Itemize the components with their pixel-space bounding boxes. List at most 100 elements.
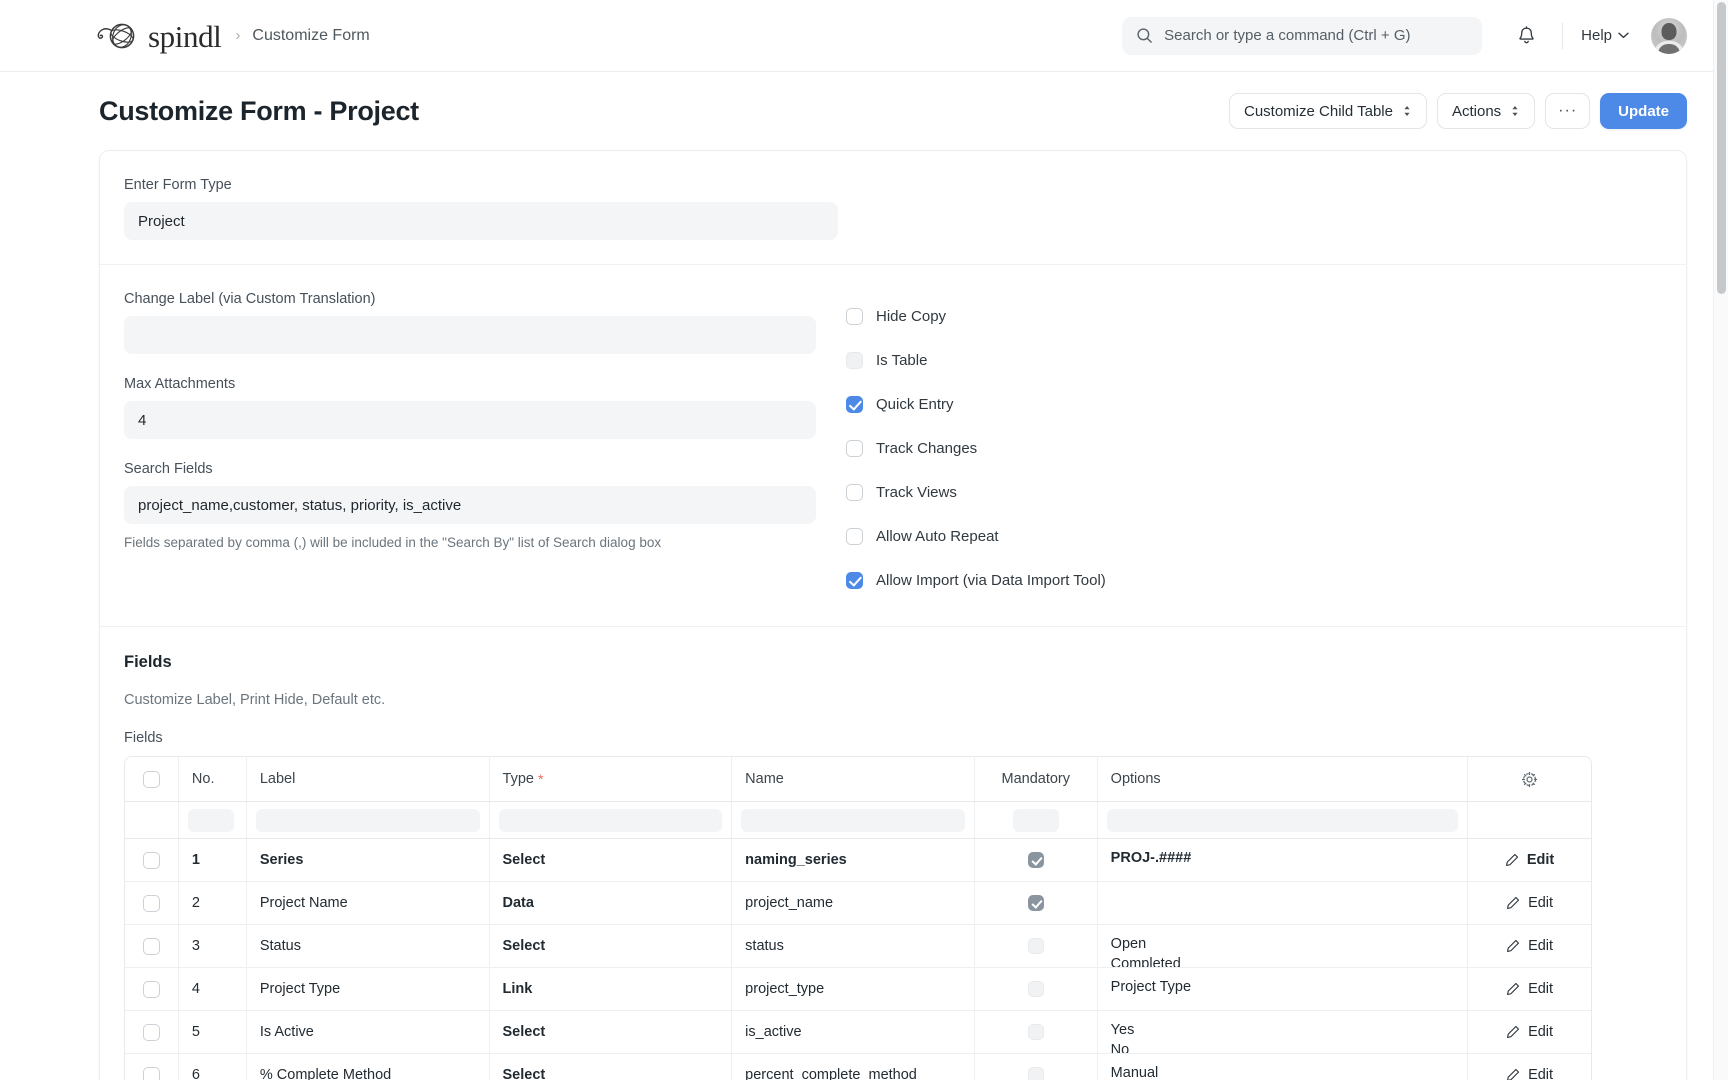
- checkbox-row-is-table[interactable]: Is Table: [846, 338, 1662, 382]
- page-scrollbar[interactable]: [1713, 0, 1728, 1080]
- checkbox-row-allow-import-via-data-import-tool[interactable]: Allow Import (via Data Import Tool): [846, 558, 1662, 602]
- filter-no[interactable]: [179, 802, 247, 838]
- breadcrumb-customize-form[interactable]: Customize Form: [252, 27, 369, 45]
- select-all-checkbox[interactable]: [143, 771, 160, 788]
- row-select-checkbox[interactable]: [143, 895, 160, 912]
- scrollbar-thumb[interactable]: [1717, 2, 1726, 294]
- row-field-label[interactable]: % Complete Method: [247, 1054, 490, 1080]
- row-field-type[interactable]: Select: [490, 1054, 733, 1080]
- row-mandatory-checkbox[interactable]: [1028, 1024, 1044, 1040]
- filter-label[interactable]: [247, 802, 490, 838]
- col-header-options[interactable]: Options: [1098, 757, 1468, 801]
- actions-button[interactable]: Actions: [1437, 93, 1535, 129]
- row-mandatory-checkbox[interactable]: [1028, 852, 1044, 868]
- user-avatar[interactable]: [1651, 18, 1687, 54]
- row-number[interactable]: 6: [179, 1054, 247, 1080]
- settings-checkbox-column: Hide CopyIs TableQuick EntryTrack Change…: [846, 291, 1662, 602]
- notifications-button[interactable]: [1508, 18, 1544, 54]
- table-row[interactable]: 6% Complete MethodSelectpercent_complete…: [125, 1053, 1591, 1080]
- row-number[interactable]: 1: [179, 839, 247, 881]
- edit-row-button[interactable]: Edit: [1505, 852, 1554, 868]
- more-options-button[interactable]: ···: [1545, 93, 1590, 129]
- update-button[interactable]: Update: [1600, 93, 1687, 129]
- checkbox-track-changes[interactable]: [846, 440, 863, 457]
- col-header-label[interactable]: Label: [247, 757, 490, 801]
- col-header-no[interactable]: No.: [179, 757, 247, 801]
- row-mandatory-checkbox[interactable]: [1028, 981, 1044, 997]
- row-options-cell[interactable]: PROJ-.####: [1098, 839, 1468, 881]
- col-header-mandatory[interactable]: Mandatory: [975, 757, 1098, 801]
- row-field-name[interactable]: is_active: [732, 1011, 975, 1053]
- filter-type[interactable]: [490, 802, 733, 838]
- row-field-label[interactable]: Project Type: [247, 968, 490, 1010]
- row-mandatory-checkbox[interactable]: [1028, 938, 1044, 954]
- row-field-type[interactable]: Link: [490, 968, 733, 1010]
- row-options-cell[interactable]: YesNo: [1098, 1011, 1468, 1053]
- table-row[interactable]: 5Is ActiveSelectis_active YesNo Edit: [125, 1010, 1591, 1053]
- filter-options[interactable]: [1098, 802, 1468, 838]
- row-field-name[interactable]: project_name: [732, 882, 975, 924]
- checkbox-quick-entry[interactable]: [846, 396, 863, 413]
- row-field-name[interactable]: status: [732, 925, 975, 967]
- row-field-type[interactable]: Select: [490, 925, 733, 967]
- checkbox-row-track-views[interactable]: Track Views: [846, 470, 1662, 514]
- row-options-cell[interactable]: ManualTask Completion: [1098, 1054, 1468, 1080]
- row-field-type[interactable]: Data: [490, 882, 733, 924]
- table-row[interactable]: 4Project TypeLinkproject_typeProject Typ…: [125, 967, 1591, 1010]
- row-edit-cell: Edit: [1468, 968, 1591, 1010]
- row-mandatory-checkbox[interactable]: [1028, 1067, 1044, 1080]
- max-attachments-input[interactable]: 4: [124, 401, 816, 439]
- row-field-name[interactable]: project_type: [732, 968, 975, 1010]
- row-options-cell[interactable]: Project Type: [1098, 968, 1468, 1010]
- filter-name[interactable]: [732, 802, 975, 838]
- checkbox-row-quick-entry[interactable]: Quick Entry: [846, 382, 1662, 426]
- row-options-cell[interactable]: [1098, 882, 1468, 924]
- checkbox-is-table[interactable]: [846, 352, 863, 369]
- checkbox-allow-auto-repeat[interactable]: [846, 528, 863, 545]
- row-select-checkbox[interactable]: [143, 981, 160, 998]
- row-select-checkbox[interactable]: [143, 938, 160, 955]
- row-field-name[interactable]: percent_complete_method: [732, 1054, 975, 1080]
- row-select-checkbox[interactable]: [143, 852, 160, 869]
- edit-row-button[interactable]: Edit: [1506, 895, 1553, 911]
- edit-row-button[interactable]: Edit: [1506, 1024, 1553, 1040]
- row-field-type[interactable]: Select: [490, 839, 733, 881]
- table-row[interactable]: 2Project NameDataproject_name Edit: [125, 881, 1591, 924]
- row-mandatory-checkbox[interactable]: [1028, 895, 1044, 911]
- checkbox-allow-import-via-data-import-tool[interactable]: [846, 572, 863, 589]
- row-number[interactable]: 4: [179, 968, 247, 1010]
- col-header-name[interactable]: Name: [732, 757, 975, 801]
- edit-row-button[interactable]: Edit: [1506, 981, 1553, 997]
- change-label-input[interactable]: [124, 316, 816, 354]
- row-field-name[interactable]: naming_series: [732, 839, 975, 881]
- row-field-label[interactable]: Series: [247, 839, 490, 881]
- row-options-cell[interactable]: OpenCompleted: [1098, 925, 1468, 967]
- checkbox-row-allow-auto-repeat[interactable]: Allow Auto Repeat: [846, 514, 1662, 558]
- table-row[interactable]: 1SeriesSelectnaming_series PROJ-.#### Edit: [125, 839, 1591, 881]
- row-select-checkbox[interactable]: [143, 1067, 160, 1080]
- checkbox-row-track-changes[interactable]: Track Changes: [846, 426, 1662, 470]
- row-number[interactable]: 3: [179, 925, 247, 967]
- checkbox-row-hide-copy[interactable]: Hide Copy: [846, 294, 1662, 338]
- table-row[interactable]: 3StatusSelectstatus OpenCompleted Edit: [125, 924, 1591, 967]
- checkbox-hide-copy[interactable]: [846, 308, 863, 325]
- global-search-input[interactable]: Search or type a command (Ctrl + G): [1122, 17, 1482, 55]
- form-type-input[interactable]: Project: [124, 202, 838, 240]
- row-select-checkbox[interactable]: [143, 1024, 160, 1041]
- checkbox-track-views[interactable]: [846, 484, 863, 501]
- search-fields-input[interactable]: project_name,customer, status, priority,…: [124, 486, 816, 524]
- row-field-label[interactable]: Is Active: [247, 1011, 490, 1053]
- col-header-type[interactable]: Type *: [490, 757, 733, 801]
- customize-child-table-button[interactable]: Customize Child Table: [1229, 93, 1427, 129]
- row-field-label[interactable]: Status: [247, 925, 490, 967]
- row-field-label[interactable]: Project Name: [247, 882, 490, 924]
- row-number[interactable]: 5: [179, 1011, 247, 1053]
- filter-mandatory[interactable]: [975, 802, 1098, 838]
- help-menu-button[interactable]: Help: [1581, 27, 1629, 44]
- edit-row-button[interactable]: Edit: [1506, 1067, 1553, 1080]
- row-field-type[interactable]: Select: [490, 1011, 733, 1053]
- edit-row-button[interactable]: Edit: [1506, 938, 1553, 954]
- col-header-settings[interactable]: [1468, 757, 1591, 801]
- row-number[interactable]: 2: [179, 882, 247, 924]
- brand-home-link[interactable]: spindl: [96, 20, 221, 51]
